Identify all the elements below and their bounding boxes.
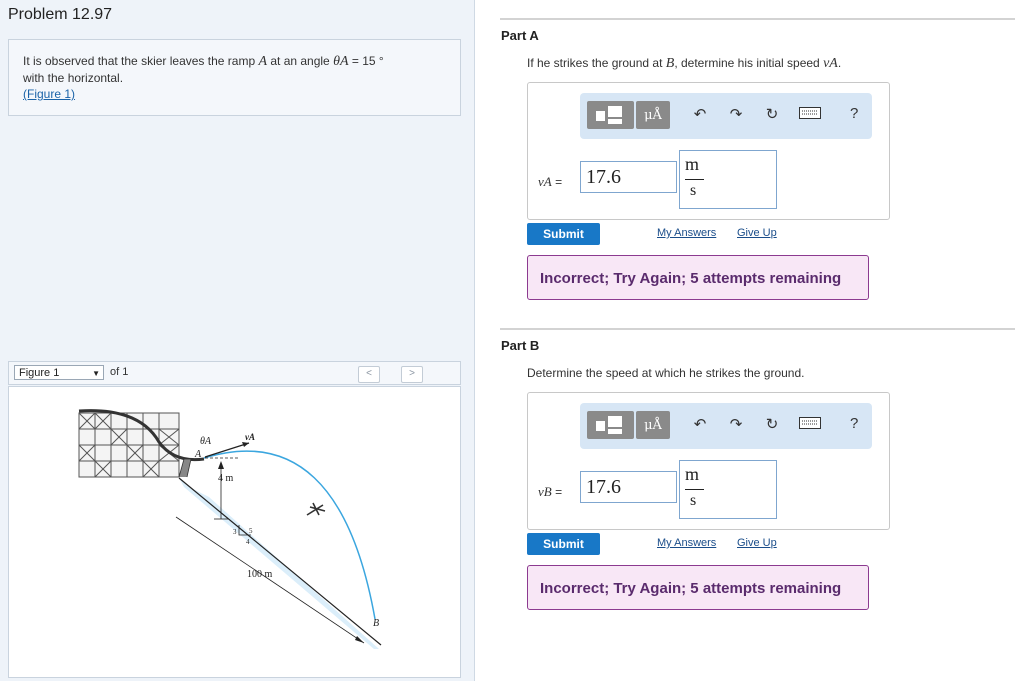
- undo-icon[interactable]: ↶: [690, 105, 710, 125]
- prev-figure-button[interactable]: <: [358, 366, 380, 383]
- next-figure-button[interactable]: >: [401, 366, 423, 383]
- part-a-label: Part A: [501, 28, 539, 43]
- theta-symbol: θA: [333, 54, 349, 69]
- skier-figure: [306, 502, 326, 516]
- slope-hyp-label: 5: [249, 527, 253, 535]
- problem-statement: It is observed that the skier leaves the…: [23, 54, 384, 101]
- templates-icon[interactable]: [587, 411, 634, 439]
- templates-icon[interactable]: [587, 101, 634, 129]
- part-b-divider: [500, 328, 1015, 330]
- part-b-answer-box: μÅ ↶ ↷ ↻ ? vB = 17.6 m s: [527, 392, 890, 530]
- part-a-submit-button[interactable]: Submit: [527, 223, 600, 245]
- velocity-label: vA: [245, 432, 255, 442]
- part-a-question: If he strikes the ground at B, determine…: [527, 56, 842, 71]
- part-b-unit-input[interactable]: m s: [679, 460, 777, 519]
- part-a-feedback: Incorrect; Try Again; 5 attempts remaini…: [527, 255, 869, 300]
- distance-label: 100 m: [247, 569, 273, 580]
- keyboard-icon[interactable]: [798, 105, 822, 125]
- part-b-value-input[interactable]: 17.6: [580, 471, 677, 503]
- part-a-variable-label: vA =: [538, 174, 563, 189]
- units-icon[interactable]: μÅ: [636, 411, 670, 439]
- skier-diagram: θA vA A 4 m 5 4 3 100 m B: [78, 409, 382, 649]
- undo-icon[interactable]: ↶: [690, 415, 710, 435]
- figure-link[interactable]: (Figure 1): [23, 87, 75, 101]
- problem-statement-box: It is observed that the skier leaves the…: [8, 39, 461, 116]
- part-b-feedback: Incorrect; Try Again; 5 attempts remaini…: [527, 565, 869, 610]
- part-a-divider: [500, 18, 1015, 20]
- part-b-my-answers-link[interactable]: My Answers: [657, 537, 716, 549]
- part-a-answer-box: μÅ ↶ ↷ ↻ ? vA = 17.6 m s: [527, 82, 890, 220]
- part-b-label: Part B: [501, 338, 540, 353]
- problem-title: Problem 12.97: [8, 6, 113, 23]
- height-label: 4 m: [218, 473, 234, 484]
- part-a-my-answers-link[interactable]: My Answers: [657, 227, 716, 239]
- figure-select[interactable]: Figure 1 ▼: [14, 365, 104, 380]
- slope-run-label: 4: [246, 538, 250, 546]
- answer-pane: Part A If he strikes the ground at B, de…: [475, 0, 1015, 681]
- part-b-give-up-link[interactable]: Give Up: [737, 537, 777, 549]
- part-a-give-up-link[interactable]: Give Up: [737, 227, 777, 239]
- help-icon[interactable]: ?: [850, 415, 858, 432]
- part-b-toolbar: μÅ ↶ ↷ ↻ ?: [580, 403, 872, 449]
- dropdown-arrow-icon: ▼: [92, 369, 100, 378]
- point-b-label: B: [373, 618, 379, 629]
- point-a-label: A: [194, 449, 202, 460]
- units-icon[interactable]: μÅ: [636, 101, 670, 129]
- part-b-submit-button[interactable]: Submit: [527, 533, 600, 555]
- part-b-variable-label: vB =: [538, 484, 563, 499]
- redo-icon[interactable]: ↷: [726, 105, 746, 125]
- part-a-unit-input[interactable]: m s: [679, 150, 777, 209]
- theta-label: θA: [200, 436, 212, 447]
- part-a-toolbar: μÅ ↶ ↷ ↻ ?: [580, 93, 872, 139]
- slope-rise-label: 3: [233, 528, 237, 536]
- help-icon[interactable]: ?: [850, 105, 858, 122]
- reset-icon[interactable]: ↻: [762, 105, 782, 125]
- figure-toolbar: Figure 1 ▼ of 1 < >: [8, 361, 461, 385]
- part-a-value-input[interactable]: 17.6: [580, 161, 677, 193]
- figure-count: of 1: [110, 366, 129, 378]
- reset-icon[interactable]: ↻: [762, 415, 782, 435]
- part-b-question: Determine the speed at which he strikes …: [527, 366, 805, 380]
- problem-pane: Problem 12.97 It is observed that the sk…: [0, 0, 475, 681]
- figure-image: θA vA A 4 m 5 4 3 100 m B: [8, 386, 461, 678]
- ramp-structure: [78, 412, 180, 478]
- keyboard-icon[interactable]: [798, 415, 822, 435]
- redo-icon[interactable]: ↷: [726, 415, 746, 435]
